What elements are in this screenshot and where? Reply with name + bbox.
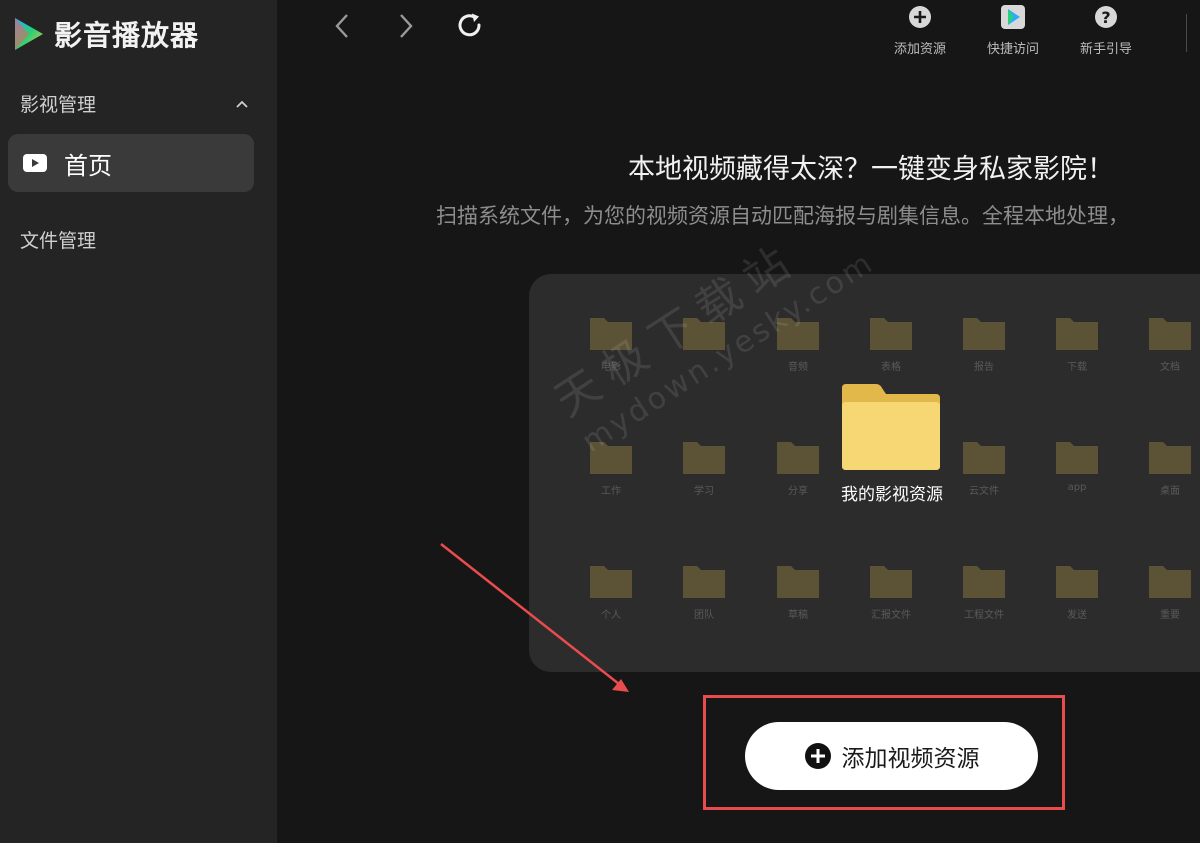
folder-label: app bbox=[1067, 482, 1087, 493]
folder-item: 分享 bbox=[768, 438, 828, 497]
app-logo-icon bbox=[15, 18, 43, 50]
folder-item: 草稿 bbox=[768, 562, 828, 621]
sidebar: 影音播放器 影视管理 首页 文件管理 bbox=[0, 0, 277, 843]
folder-icon bbox=[777, 442, 819, 474]
folder-icon bbox=[1056, 442, 1098, 474]
chevron-up-icon[interactable] bbox=[234, 96, 250, 112]
folder-item: 工程文件 bbox=[954, 562, 1014, 621]
help-circle-icon: ? bbox=[1095, 6, 1117, 28]
main-folder-label: 我的影视资源 bbox=[841, 485, 943, 505]
refresh-button[interactable] bbox=[454, 10, 486, 42]
folder-label: 分享 bbox=[788, 486, 808, 497]
hero-title: 本地视频藏得太深？一键变身私家影院！ bbox=[628, 154, 1114, 185]
folder-icon bbox=[963, 566, 1005, 598]
folder-icon bbox=[870, 566, 912, 598]
folder-label: 草稿 bbox=[788, 610, 808, 621]
folder-item: 重要 bbox=[1140, 562, 1200, 621]
video-play-icon bbox=[23, 154, 47, 172]
folder-item: 云文件 bbox=[954, 438, 1014, 497]
folder-item: 报告 bbox=[954, 314, 1014, 373]
folder-item: 发送 bbox=[1047, 562, 1107, 621]
folder-label: 下载 bbox=[1067, 362, 1087, 373]
quick-access-button[interactable]: 快捷访问 bbox=[978, 2, 1048, 57]
chevron-right-icon bbox=[400, 14, 413, 38]
folder-label: 汇报文件 bbox=[871, 610, 911, 621]
folder-icon bbox=[590, 566, 632, 598]
main-folder-icon bbox=[842, 384, 940, 470]
folder-label: 工程文件 bbox=[964, 610, 1004, 621]
folder-item bbox=[674, 314, 734, 358]
folder-icon bbox=[777, 566, 819, 598]
sidebar-item-home[interactable]: 首页 bbox=[8, 134, 254, 192]
folder-label: 工作 bbox=[601, 486, 621, 497]
folder-label: 个人 bbox=[601, 610, 621, 621]
folder-label: 团队 bbox=[694, 610, 714, 621]
folder-icon bbox=[590, 442, 632, 474]
folder-label: 音频 bbox=[788, 362, 808, 373]
folder-icon bbox=[1149, 318, 1191, 350]
folder-icon bbox=[777, 318, 819, 350]
folder-item: 下载 bbox=[1047, 314, 1107, 373]
folder-label: 发送 bbox=[1067, 610, 1087, 621]
folder-icon bbox=[683, 566, 725, 598]
folder-item: 团队 bbox=[674, 562, 734, 621]
refresh-icon bbox=[458, 13, 481, 37]
folder-icon bbox=[1149, 442, 1191, 474]
folder-item: 工作 bbox=[581, 438, 641, 497]
folder-label: 文档 bbox=[1160, 362, 1180, 373]
folder-label: 电影 bbox=[601, 362, 621, 373]
add-resource-button[interactable]: 添加资源 bbox=[885, 2, 955, 57]
forward-button[interactable] bbox=[390, 10, 422, 42]
sidebar-item-file-management[interactable]: 文件管理 bbox=[20, 226, 96, 253]
add-resource-label: 添加资源 bbox=[893, 42, 946, 57]
folder-item: 学习 bbox=[674, 438, 734, 497]
folder-item: 电影 bbox=[581, 314, 641, 373]
folder-item: 表格 bbox=[861, 314, 921, 373]
folder-label: 学习 bbox=[694, 486, 714, 497]
plus-circle-icon bbox=[909, 6, 931, 28]
folder-icon bbox=[963, 442, 1005, 474]
plus-circle-icon bbox=[804, 743, 831, 769]
folder-label: 表格 bbox=[881, 362, 901, 373]
svg-text:?: ? bbox=[1101, 8, 1110, 27]
folder-label: 报告 bbox=[974, 362, 994, 373]
hero-subtitle: 扫描系统文件，为您的视频资源自动匹配海报与剧集信息。全程本地处理， bbox=[436, 204, 1129, 228]
folder-icon bbox=[1149, 566, 1191, 598]
app-brand: 影音播放器 bbox=[12, 14, 199, 54]
sidebar-item-label: 首页 bbox=[64, 151, 112, 180]
quick-access-icon bbox=[1001, 5, 1025, 29]
back-button[interactable] bbox=[326, 10, 358, 42]
toolbar-divider bbox=[1186, 14, 1187, 52]
chevron-left-icon bbox=[335, 14, 348, 38]
section-label: 影视管理 bbox=[20, 94, 97, 116]
folder-label: 桌面 bbox=[1160, 486, 1180, 497]
folder-item: 音频 bbox=[768, 314, 828, 373]
folder-icon bbox=[683, 442, 725, 474]
folder-item: 汇报文件 bbox=[861, 562, 921, 621]
add-video-resource-label: 添加视频资源 bbox=[841, 746, 980, 772]
quick-access-label: 快捷访问 bbox=[986, 42, 1039, 57]
folder-item: app bbox=[1047, 438, 1107, 493]
folder-item: 桌面 bbox=[1140, 438, 1200, 497]
folder-label: 云文件 bbox=[969, 486, 999, 497]
folder-icon bbox=[590, 318, 632, 350]
app-title: 影音播放器 bbox=[54, 19, 200, 52]
folder-label: 重要 bbox=[1160, 610, 1180, 621]
folder-icon bbox=[1056, 318, 1098, 350]
folder-icon bbox=[1056, 566, 1098, 598]
beginner-guide-label: 新手引导 bbox=[1079, 42, 1132, 57]
section-video-management[interactable]: 影视管理 bbox=[20, 90, 250, 117]
beginner-guide-button[interactable]: ? 新手引导 bbox=[1071, 2, 1141, 57]
folder-item: 个人 bbox=[581, 562, 641, 621]
folder-illustration-panel: 电影 音频 表格 报告 下载 文档 工作 学习 分享 云文件 app 桌面 个人… bbox=[529, 274, 1200, 672]
folder-icon bbox=[963, 318, 1005, 350]
folder-icon bbox=[683, 318, 725, 350]
folder-item: 文档 bbox=[1140, 314, 1200, 373]
folder-icon bbox=[870, 318, 912, 350]
add-video-resource-button[interactable]: 添加视频资源 bbox=[745, 722, 1038, 790]
